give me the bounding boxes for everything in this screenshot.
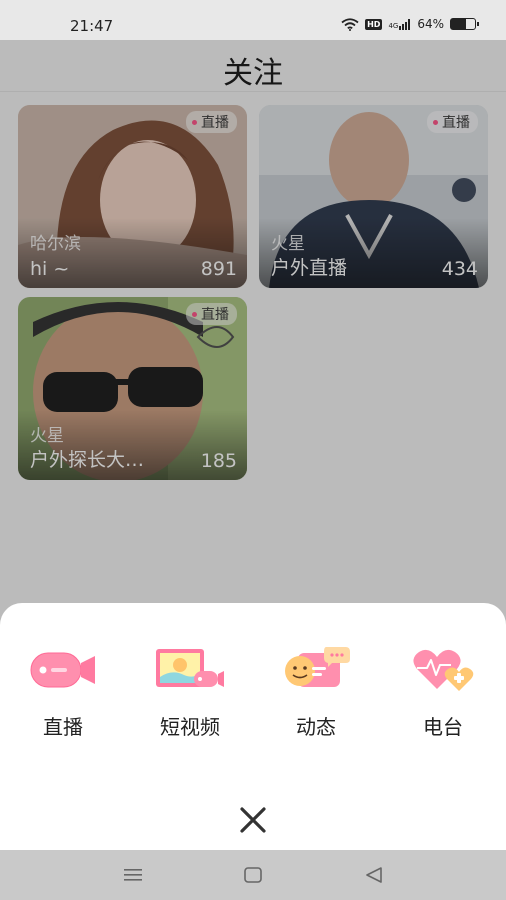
- live-camera-icon: [30, 652, 95, 688]
- publish-short-video-button[interactable]: 短视频: [140, 643, 240, 743]
- nav-back-button[interactable]: [363, 865, 385, 885]
- option-label: 动态: [296, 715, 336, 739]
- option-label: 短视频: [160, 715, 220, 739]
- radio-heart-icon: [413, 649, 474, 691]
- moments-icon: [285, 647, 350, 687]
- menu-icon: [124, 869, 142, 881]
- publish-live-button[interactable]: 直播: [13, 643, 113, 743]
- wifi-icon: [341, 17, 359, 31]
- nav-home-button[interactable]: [242, 865, 264, 885]
- hd-badge: HD: [365, 18, 383, 30]
- publish-moments-button[interactable]: 动态: [266, 643, 366, 743]
- home-icon: [244, 867, 262, 883]
- battery-icon: [450, 18, 479, 30]
- close-button[interactable]: [233, 803, 273, 837]
- option-label: 电台: [423, 715, 463, 739]
- publish-radio-button[interactable]: 电台: [393, 643, 493, 743]
- back-icon: [366, 867, 382, 883]
- short-video-icon: [156, 649, 224, 687]
- option-label: 直播: [43, 715, 83, 739]
- status-time: 21:47: [70, 17, 114, 35]
- signal-icon: 4G: [388, 18, 411, 30]
- system-nav-bar: [0, 850, 506, 900]
- battery-fill: [451, 19, 467, 29]
- nav-menu-button[interactable]: [122, 865, 144, 885]
- publish-sheet: 直播 短视频 动态 电台: [0, 603, 506, 850]
- close-icon: [240, 807, 266, 833]
- status-bar: 21:47 HD 4G 64%: [0, 0, 506, 40]
- network-label: 4G: [388, 21, 399, 30]
- battery-percent: 64%: [417, 17, 444, 31]
- status-icons: HD 4G 64%: [341, 17, 479, 31]
